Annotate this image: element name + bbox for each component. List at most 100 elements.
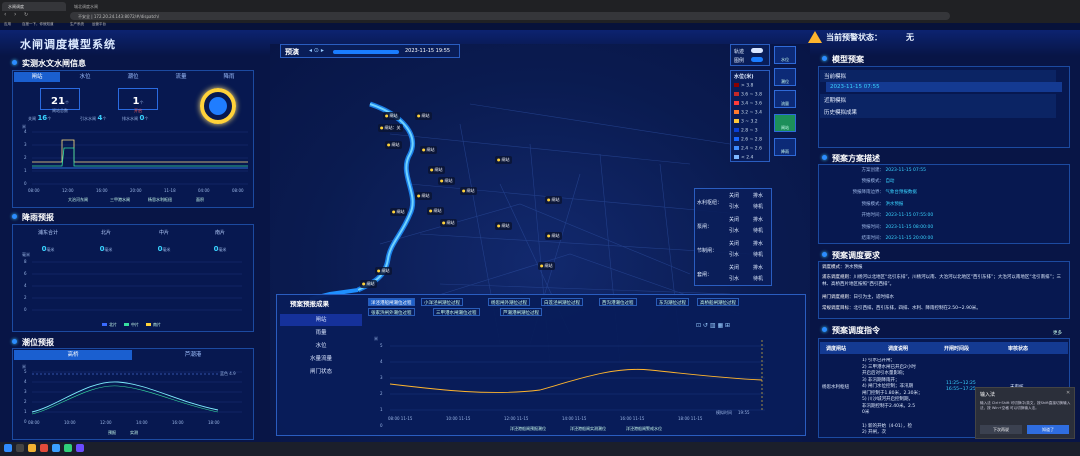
tab-water-level[interactable]: 水位 [62,72,108,82]
browser-tab[interactable]: 城北调度水闸 [68,2,136,11]
chart-tools-icon[interactable]: ⊡ ↺ ▥ ▦ ⊞ [696,322,730,329]
tab-rain[interactable]: 降雨 [206,72,252,82]
gate-marker[interactable]: 闸站 [428,166,445,174]
gate-marker[interactable]: 闸站 [438,177,455,185]
svg-text:1: 1 [24,409,27,414]
svg-text:0: 0 [24,307,27,312]
gate-total-value: 21 [51,96,65,107]
explorer-icon[interactable] [28,444,36,452]
app-icon[interactable] [76,444,84,452]
legend-item: 3.4 ~ 3.6 [734,101,762,107]
station-tab[interactable]: 三甲港水闸潮位过程 [433,308,480,316]
plan-item[interactable]: 近期模拟 [820,94,1056,106]
station-tab[interactable]: 白莲泾闸潮位过程 [541,298,583,306]
more-link[interactable]: 更多 [1053,330,1062,336]
svg-text:08:00 11-15: 08:00 11-15 [388,416,413,421]
ok-button[interactable]: 知道了 [1027,425,1069,434]
svg-text:南片: 南片 [153,321,161,327]
reload-icon[interactable]: ↻ [24,12,30,18]
back-icon[interactable]: ‹ [4,12,10,18]
gate-marker[interactable]: 闸站 [390,208,407,216]
view-button-tide[interactable]: 潮位 [774,68,796,86]
address-bar[interactable]: 不安全 | 172.20.24.143:8072/#/dispatch/ [70,12,950,20]
forecast-menu-water-level[interactable]: 水位 [280,340,362,352]
tab-luchaogang[interactable]: 芦潮港 [134,350,252,360]
svg-text:08:00: 08:00 [28,188,40,193]
station-tab[interactable]: 小洋泾闸潮位过程 [421,298,463,306]
timeline-slider[interactable] [333,50,399,54]
gate-marker[interactable]: 闸站 [495,156,512,164]
toast-title: 输入法 [980,392,996,398]
svg-text:1: 1 [380,407,383,412]
track-toggle[interactable] [751,48,763,53]
later-button[interactable]: 下次再说 [980,425,1022,434]
gate-marker[interactable]: 闸站 [495,222,512,230]
gate-marker[interactable]: 闸站 [383,112,400,120]
bookmark[interactable]: 应用 [4,22,11,27]
bookmark[interactable]: 百度一下，你就知道 [22,22,54,27]
tab-gate[interactable]: 闸站 [14,72,60,82]
play-controls-icon[interactable]: ◂ ⊙ ▸ [309,47,324,54]
gate-marker[interactable]: 闸站 [440,219,457,227]
app-icon[interactable] [64,444,72,452]
bookmark[interactable]: 运营平台 [92,22,106,27]
req-title: 预案调度要求 [822,250,880,261]
svg-text:大治河东闸: 大治河东闸 [68,196,88,202]
rain-chart: 毫米 8 6 4 2 0 北片 中片 南片 [22,251,242,327]
gate-marker[interactable]: 闸站 [415,112,432,120]
start-icon[interactable] [4,444,12,452]
svg-text:中片: 中片 [131,321,139,327]
plan-item[interactable]: 当前模拟 [820,70,1056,82]
plan-item[interactable]: 历史模拟成果 [820,106,1056,118]
view-button-flow[interactable]: 流量 [774,90,796,108]
forecast-menu-rain[interactable]: 雨量 [280,327,362,339]
svg-text:14:00 11-15: 14:00 11-15 [562,416,587,421]
gate-marker[interactable]: 闸站 [538,262,555,270]
forward-icon[interactable]: › [14,12,20,18]
timeline-time: 2023-11-15 19:55 [405,48,451,54]
search-icon[interactable] [16,444,24,452]
forecast-menu-gate[interactable]: 闸站 [280,314,362,326]
station-tab[interactable]: 张家浜闸外潮位过程 [368,308,415,316]
tab-flow[interactable]: 流量 [158,72,204,82]
series-line [32,139,248,163]
gate-marker[interactable]: 闸站 [545,196,562,204]
gate-marker[interactable]: 闸站 [385,141,402,149]
station-tab[interactable]: 杨思闸外潮位过程 [488,298,530,306]
gate-marker[interactable]: 闸站 [427,207,444,215]
gate-marker[interactable]: 闸站 [545,232,562,240]
svg-text:面积: 面积 [196,196,204,202]
warning-icon [808,31,822,43]
gate-marker[interactable]: 闸站 [420,146,437,154]
view-button-rain[interactable]: 降雨 [774,138,796,156]
station-tab[interactable]: 高桥船闸潮位过程 [697,298,739,306]
app-icon[interactable] [52,444,60,452]
station-tab[interactable]: 芦潮港闸潮位过程 [500,308,542,316]
forecast-menu-flow[interactable]: 水量流量 [280,353,362,365]
close-icon[interactable]: ✕ [1066,390,1070,396]
view-button-water-level[interactable]: 水位 [774,46,796,64]
observed-line [31,385,219,415]
gate-marker[interactable]: 闸站：关 [378,124,403,132]
gate-gauge [200,88,236,124]
tab-gaoqiao[interactable]: 高桥 [14,350,132,360]
station-tab[interactable]: 西沟港潮位过程 [599,298,637,306]
legend-item: 3 ~ 3.2 [734,119,758,125]
gate-marker[interactable]: 闸站 [460,187,477,195]
station-tab[interactable]: 东沟潮位过程 [656,298,689,306]
plan-item-selected[interactable]: 2023-11-15 07:55 [826,82,1062,92]
chrome-icon[interactable] [40,444,48,452]
legend-item: 2.6 ~ 2.8 [734,137,762,143]
legend-toggle[interactable] [751,57,763,62]
tab-tide[interactable]: 潮位 [110,72,156,82]
view-button-gate[interactable]: 闸站 [774,114,796,132]
app-title: 水闸调度模型系统 [20,38,116,51]
gate-marker[interactable]: 闸站 [415,192,432,200]
forecast-menu-gate-status[interactable]: 闸门状态 [280,366,362,378]
station-tab[interactable]: 洋泾港船闸潮位过程 [368,298,415,306]
bookmark[interactable]: 生产系统 [70,22,84,27]
gate-marker[interactable]: 闸站 [360,280,377,288]
series-line [32,147,248,167]
gate-marker[interactable]: 闸站 [375,267,392,275]
browser-tab-active[interactable]: 水闸调度 [2,2,66,11]
